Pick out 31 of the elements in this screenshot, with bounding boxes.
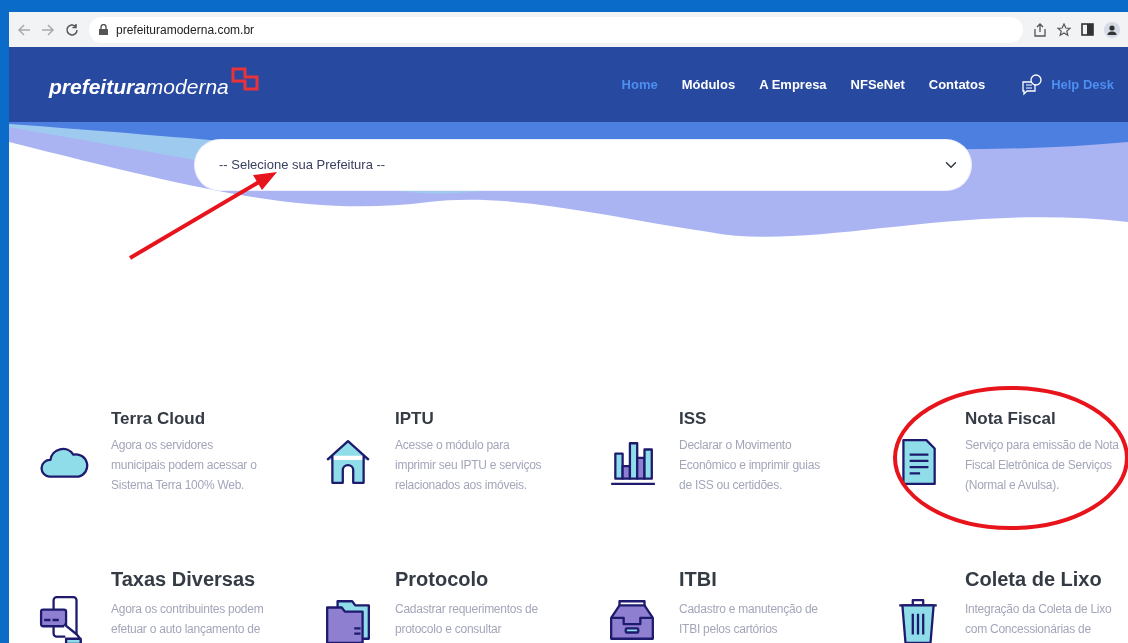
star-icon[interactable]	[1057, 22, 1071, 37]
nav-link[interactable]: NFSeNet	[838, 74, 917, 95]
service-title[interactable]: Nota Fiscal	[965, 409, 1119, 430]
service-description: Serviço para emissão de Nota Fiscal Eletrônica de Serviços (Normal e Avulsa).	[965, 437, 1119, 495]
service-title[interactable]: ISS	[679, 409, 820, 430]
url-text: prefeituramoderna.com.br	[116, 21, 255, 39]
service-description: Integração da Coleta de Lixo com Concessionárias de	[965, 601, 1112, 638]
service-description: Cadastrar requerimentos de protocolo e consultar	[395, 601, 538, 638]
service-description: Cadastro e manutenção de ITBI pelos cartórios	[679, 601, 818, 638]
profile-icon[interactable]	[1104, 21, 1120, 38]
help-chat-icon[interactable]	[1021, 73, 1044, 96]
share-icon[interactable]	[1033, 22, 1047, 37]
service-title[interactable]: IPTU	[395, 409, 542, 430]
service-title[interactable]: ITBI	[679, 567, 818, 591]
lock-icon	[99, 24, 108, 35]
service-description: Agora os contribuintes podem efetuar o auto lançamento de	[111, 601, 264, 638]
address-bar[interactable]: prefeituramoderna.com.br	[89, 16, 1023, 43]
service-description: Agora os servidores municipais podem acessar o Sistema Terra 100% Web.	[111, 437, 257, 495]
service-description: Acesse o módulo para imprimir seu IPTU e serviços relacionados aos imóveis.	[395, 437, 542, 495]
service-title[interactable]: Terra Cloud	[111, 409, 257, 430]
service-description: Declarar o Movimento Econômico e imprimir guias de ISS ou certidões.	[679, 437, 820, 495]
nav-link[interactable]: Contatos	[916, 74, 998, 95]
reload-icon[interactable]	[65, 22, 79, 37]
service-title[interactable]: Protocolo	[395, 567, 538, 591]
side-panel-icon[interactable]	[1081, 23, 1094, 36]
nav-link[interactable]: Módulos	[669, 74, 748, 95]
service-title[interactable]: Coleta de Lixo	[965, 567, 1112, 591]
prefeitura-select[interactable]: -- Selecione sua Prefeitura --	[195, 140, 971, 190]
nav-link[interactable]: A Empresa	[747, 74, 839, 95]
service-title[interactable]: Taxas Diversas	[111, 567, 264, 591]
site-logo[interactable]: prefeituramoderna	[49, 66, 261, 103]
